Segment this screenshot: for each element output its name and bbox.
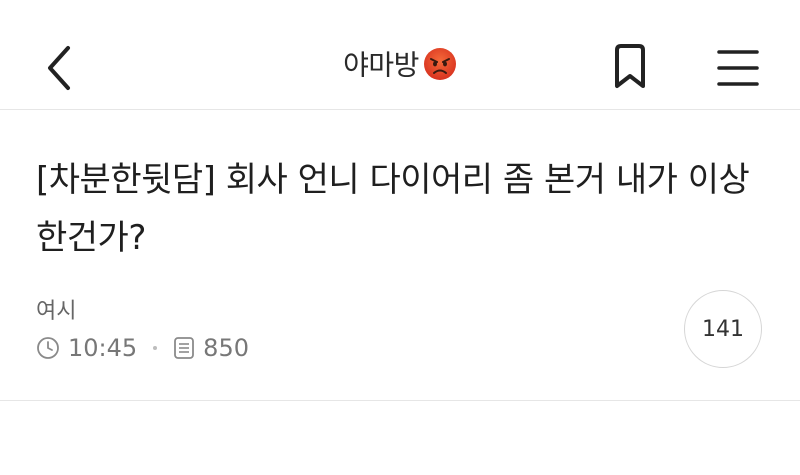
meta-separator xyxy=(153,346,158,350)
post-title[interactable]: [차분한뒷담] 회사 언니 다이어리 좀 본거 내가 이상한건가? xyxy=(36,151,776,267)
bookmark-button[interactable] xyxy=(605,41,655,93)
post-list-item[interactable]: [차분한뒷담] 회사 언니 다이어리 좀 본거 내가 이상한건가? 여시 10:… xyxy=(0,111,800,401)
post-time: 10:45 xyxy=(68,334,138,362)
angry-face-emoji xyxy=(423,47,456,80)
top-bar: 야마방 xyxy=(0,0,800,110)
post-views: 850 xyxy=(203,334,249,362)
views-icon xyxy=(174,337,195,359)
hamburger-menu-icon xyxy=(717,50,759,86)
bookmark-icon xyxy=(615,44,645,88)
board-title: 야마방 xyxy=(343,48,419,82)
menu-button[interactable] xyxy=(713,45,763,91)
post-author: 여시 xyxy=(36,299,77,324)
comment-count-badge[interactable]: 141 xyxy=(684,290,762,368)
clock-icon xyxy=(37,337,59,359)
post-meta: 10:45 850 xyxy=(36,333,249,363)
header-title-group: 야마방 xyxy=(0,40,800,90)
